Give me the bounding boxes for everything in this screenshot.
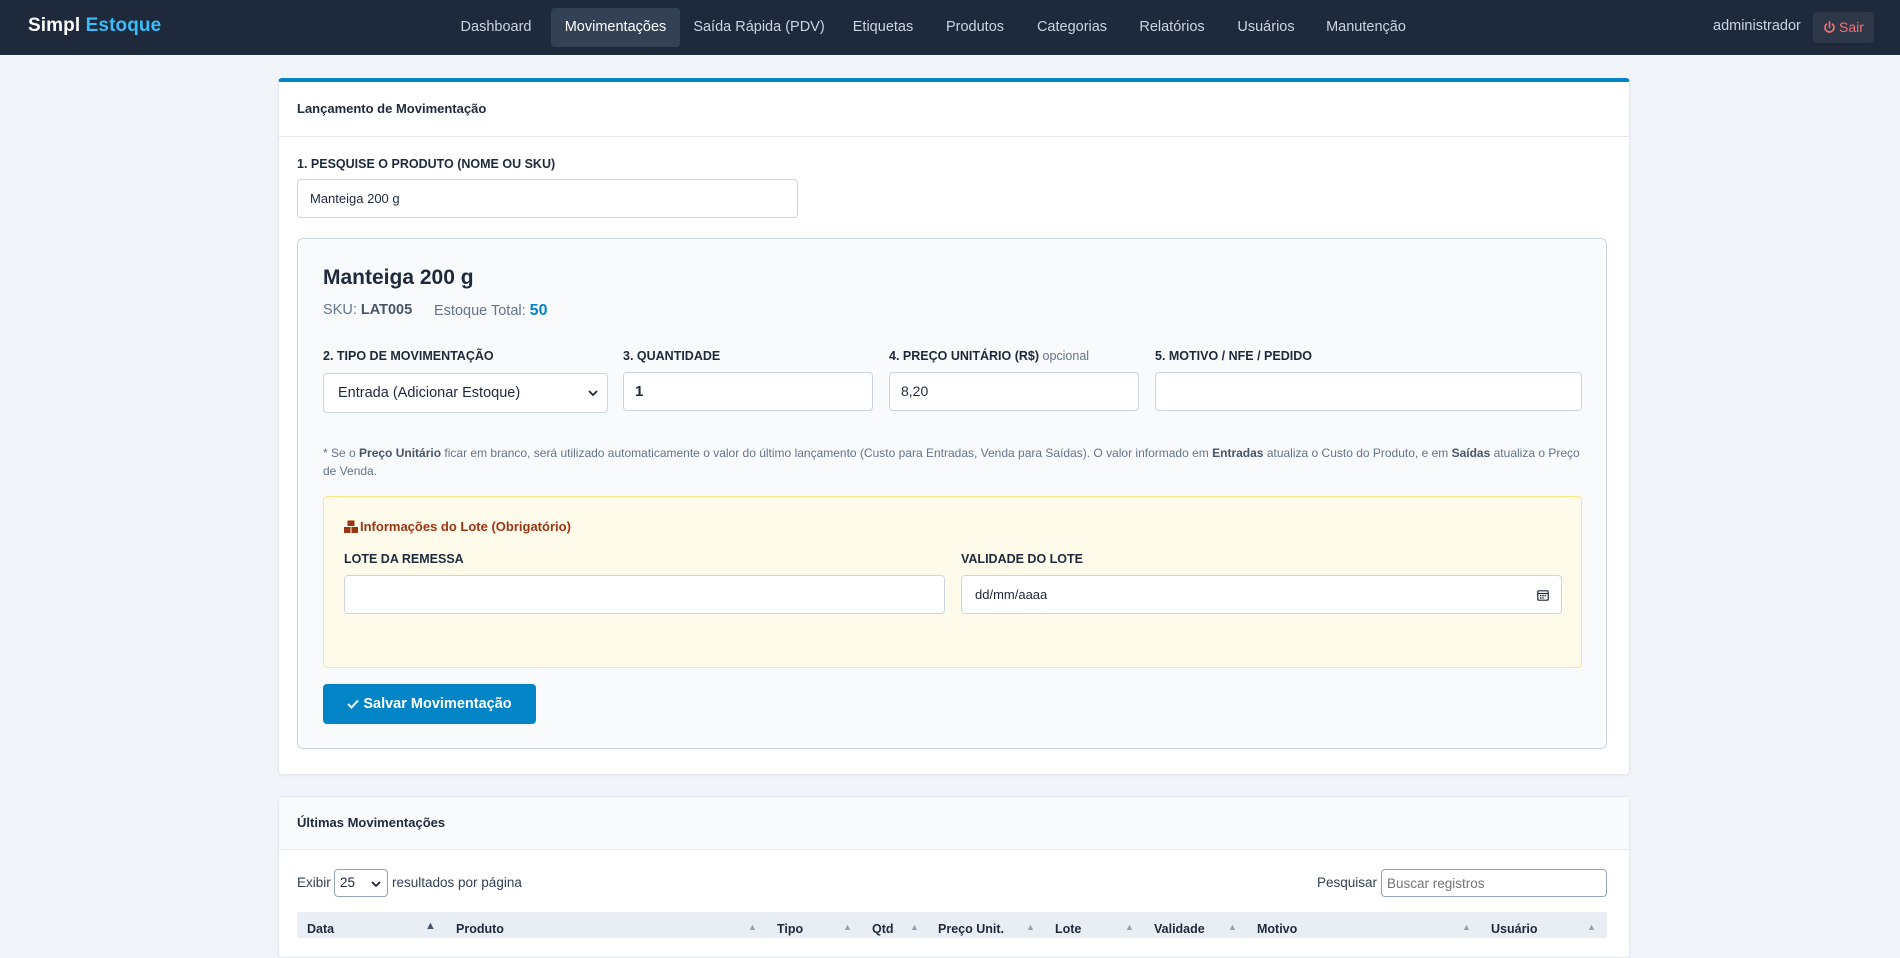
batch-input[interactable] xyxy=(344,575,945,614)
stock-value: 50 xyxy=(529,302,548,319)
boxes-icon xyxy=(344,520,358,533)
table-search-label: Pesquisar xyxy=(1317,875,1378,890)
note-text-3: atualiza o Custo do Produto, e em xyxy=(1263,446,1452,460)
nav-produtos[interactable]: Produtos xyxy=(937,8,1013,47)
note-bold-2: Entradas xyxy=(1212,446,1264,460)
sku-value: LAT005 xyxy=(360,302,413,318)
username: administrador xyxy=(1713,18,1801,34)
search-product-label: 1. PESQUISE O PRODUTO (NOME OU SKU) xyxy=(297,157,556,171)
quantity-input[interactable]: 1 xyxy=(623,372,873,411)
sort-icon: ▲ xyxy=(1026,922,1035,932)
reason-label: 5. MOTIVO / NFE / PEDIDO xyxy=(1155,349,1312,363)
movement-type-value: Entrada (Adicionar Estoque) xyxy=(338,385,521,401)
top-navbar: Simpl Estoque Dashboard Movimentações Sa… xyxy=(0,0,1900,55)
price-label-text: 4. PREÇO UNITÁRIO (R$) xyxy=(889,349,1040,363)
note-text-2: ficar em branco, será utilizado automati… xyxy=(441,446,1213,460)
sort-icon: ▲ xyxy=(1125,922,1134,932)
nav-etiquetas[interactable]: Etiquetas xyxy=(843,8,923,47)
save-movement-button[interactable]: Salvar Movimentação xyxy=(323,684,536,724)
movement-type-select[interactable]: Entrada (Adicionar Estoque) xyxy=(323,373,608,413)
page-size-label: Exibir xyxy=(297,875,331,890)
sort-icon: ▲ xyxy=(843,922,852,932)
chevron-down-icon xyxy=(371,881,381,888)
check-icon xyxy=(347,699,360,709)
sort-icon: ▲ xyxy=(1462,922,1471,932)
product-sku: SKU: LAT005 xyxy=(323,302,412,318)
sort-icon: ▲ xyxy=(748,922,757,932)
product-name: Manteiga 200 g xyxy=(323,266,474,289)
sort-asc-icon: ▲ xyxy=(425,920,436,932)
save-movement-label: Salvar Movimentação xyxy=(363,696,512,712)
recent-movements-title: Últimas Movimentações xyxy=(279,797,1629,850)
batch-label: LOTE DA REMESSA xyxy=(344,552,464,566)
validity-date-input[interactable]: dd/mm/aaaa xyxy=(961,575,1562,614)
logout-label: Sair xyxy=(1839,19,1864,35)
nav-dashboard[interactable]: Dashboard xyxy=(452,8,540,47)
nav-categorias[interactable]: Categorias xyxy=(1029,8,1115,47)
page-size-select[interactable]: 25 xyxy=(334,869,388,897)
chevron-down-icon xyxy=(588,390,598,397)
nav-usuarios[interactable]: Usuários xyxy=(1228,8,1304,47)
note-bold-3: Saídas xyxy=(1451,446,1491,460)
nav-saida-rapida[interactable]: Saída Rápida (PDV) xyxy=(690,8,828,47)
table-search-input[interactable] xyxy=(1381,869,1607,897)
note-bold-1: Preço Unitário xyxy=(359,446,442,460)
per-page-label: resultados por página xyxy=(392,875,522,890)
nav-movimentacoes[interactable]: Movimentações xyxy=(551,8,680,47)
nav-manutencao[interactable]: Manutenção xyxy=(1318,8,1414,47)
product-stock: Estoque Total: 50 xyxy=(434,302,547,320)
price-help-note: * Se o Preço Unitário ficar em branco, s… xyxy=(323,444,1583,480)
stock-label: Estoque Total: xyxy=(434,303,526,319)
reason-input[interactable] xyxy=(1155,372,1582,411)
main-nav: Dashboard Movimentações Saída Rápida (PD… xyxy=(0,0,1900,55)
type-label: 2. TIPO DE MOVIMENTAÇÃO xyxy=(323,349,494,363)
validity-placeholder: dd/mm/aaaa xyxy=(975,587,1048,602)
sort-icon: ▲ xyxy=(1587,922,1596,932)
note-text-1: * Se o xyxy=(323,446,360,460)
launch-card-title: Lançamento de Movimentação xyxy=(279,82,1629,137)
product-search-input[interactable] xyxy=(297,179,798,218)
calendar-icon[interactable] xyxy=(1537,589,1549,601)
quantity-label: 3. QUANTIDADE xyxy=(623,349,721,363)
nav-relatorios[interactable]: Relatórios xyxy=(1132,8,1212,47)
batch-info-title: Informações do Lote (Obrigatório) xyxy=(344,519,571,534)
logout-button[interactable]: Sair xyxy=(1813,12,1874,43)
price-optional-hint: opcional xyxy=(1042,349,1090,363)
sort-icon: ▲ xyxy=(1228,922,1237,932)
unit-price-input[interactable]: 8,20 xyxy=(889,372,1139,411)
page-size-value: 25 xyxy=(340,875,356,890)
sort-icon: ▲ xyxy=(910,922,919,932)
batch-info-title-text: Informações do Lote (Obrigatório) xyxy=(360,519,571,534)
validity-label: VALIDADE DO LOTE xyxy=(961,552,1083,566)
sku-label: SKU: xyxy=(323,302,357,318)
power-icon xyxy=(1824,21,1835,33)
price-label: 4. PREÇO UNITÁRIO (R$) opcional xyxy=(889,349,1089,363)
